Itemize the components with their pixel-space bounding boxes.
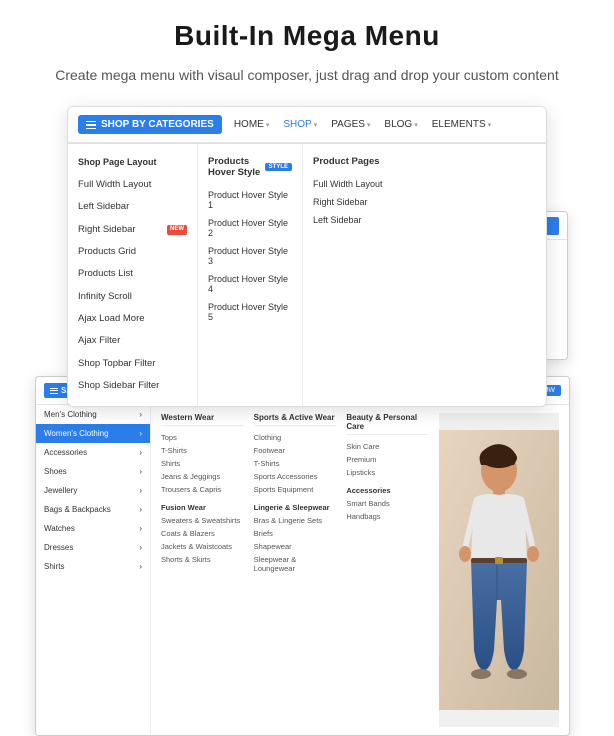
nav-logo: SHOP BY CATEGORIES <box>78 115 222 134</box>
hover-style-column: Products Hover Style STYLE Product Hover… <box>198 144 303 405</box>
nav-item-shop[interactable]: SHOP ▾ <box>283 119 317 130</box>
lingerie-briefs[interactable]: Briefs <box>254 527 337 540</box>
western-tshirts[interactable]: T-Shirts <box>161 444 244 457</box>
hover-style-5[interactable]: Product Hover Style 5 <box>198 298 302 326</box>
sidebar-item-left-sidebar[interactable]: Left Sidebar <box>68 196 197 218</box>
hover-style-1[interactable]: Product Hover Style 1 <box>198 186 302 214</box>
col-beauty: Beauty & Personal Care Skin Care Premium… <box>346 413 429 727</box>
sidebar-item-ajax-load[interactable]: Ajax Load More <box>68 308 197 330</box>
beauty-premium[interactable]: Premium <box>346 453 429 466</box>
sidebar-item-products-grid[interactable]: Products Grid <box>68 241 197 263</box>
fusion-jackets[interactable]: Jackets & Waistcoats <box>161 540 244 553</box>
sports-footwear[interactable]: Footwear <box>254 444 337 457</box>
bl-bags[interactable]: Bags & Backpacks › <box>36 500 150 519</box>
col-sports: Sports & Active Wear Clothing Footwear T… <box>254 413 337 727</box>
bars-icon <box>86 121 96 130</box>
sidebar-item-sidebar-filter[interactable]: Shop Sidebar Filter <box>68 375 197 397</box>
style-badge: STYLE <box>265 163 292 171</box>
big-dropdown: Men's Clothing › Women's Clothing › Acce… <box>36 405 569 735</box>
fusion-shorts[interactable]: Shorts & Skirts <box>161 553 244 566</box>
page-title: Built-In Mega Menu <box>30 20 584 52</box>
screenshots-area: SHOP BY CATEGORIES HOME ▾ SHOP ▾ PAGES ▾… <box>0 96 614 616</box>
big-left: Men's Clothing › Women's Clothing › Acce… <box>36 405 151 735</box>
sports-header: Sports & Active Wear <box>254 413 337 426</box>
page-header: Built-In Mega Menu Create mega menu with… <box>0 0 614 96</box>
accessories-header2: Accessories <box>346 484 429 497</box>
lingerie-bras[interactable]: Bras & Lingerie Sets <box>254 514 337 527</box>
sidebar: Shop Page Layout Full Width Layout Left … <box>68 144 198 405</box>
page-right-sidebar[interactable]: Right Sidebar <box>303 193 413 211</box>
logo-text: SHOP BY CATEGORIES <box>101 119 214 130</box>
product-pages-column: Product Pages Full Width Layout Right Si… <box>303 144 413 405</box>
lingerie-header: Lingerie & Sleepwear <box>254 501 337 514</box>
sidebar-item-products-list[interactable]: Products List <box>68 263 197 285</box>
sidebar-item-right-sidebar[interactable]: Right Sidebar NEW <box>68 219 197 241</box>
bl-accessories[interactable]: Accessories › <box>36 443 150 462</box>
hover-column-header: Products Hover Style STYLE <box>198 152 302 186</box>
nav-bar: SHOP BY CATEGORIES HOME ▾ SHOP ▾ PAGES ▾… <box>68 107 546 143</box>
sidebar-header-shop-layout: Shop Page Layout <box>68 152 197 174</box>
product-pages-header: Product Pages <box>303 152 413 175</box>
fusion-coats[interactable]: Coats & Blazers <box>161 527 244 540</box>
western-shirts[interactable]: Shirts <box>161 457 244 470</box>
photo-area <box>439 413 559 727</box>
bl-shoes[interactable]: Shoes › <box>36 462 150 481</box>
sports-accessories[interactable]: Sports Accessories <box>254 470 337 483</box>
accessories-handbags[interactable]: Handbags <box>346 510 429 523</box>
col-western: Western Wear Tops T-Shirts Shirts Jeans … <box>161 413 244 727</box>
bl-mens[interactable]: Men's Clothing › <box>36 405 150 424</box>
nav-items: HOME ▾ SHOP ▾ PAGES ▾ BLOG ▾ ELEMENTS ▾ <box>234 119 491 130</box>
western-jeans[interactable]: Jeans & Jeggings <box>161 470 244 483</box>
screenshot-3: SHOP BY CATEGORIES HOME ▾ SHOP ▾ PAGES ▾… <box>35 376 570 736</box>
nav-item-blog[interactable]: BLOG ▾ <box>384 119 417 130</box>
accessories-smart[interactable]: Smart Bands <box>346 497 429 510</box>
sports-clothing[interactable]: Clothing <box>254 431 337 444</box>
big-right: Western Wear Tops T-Shirts Shirts Jeans … <box>151 405 569 735</box>
sports-equipment[interactable]: Sports Equipment <box>254 483 337 496</box>
fusion-sweaters[interactable]: Sweaters & Sweatshirts <box>161 514 244 527</box>
page-full-width[interactable]: Full Width Layout <box>303 175 413 193</box>
lingerie-sleepwear[interactable]: Sleepwear & Loungewear <box>254 553 337 575</box>
western-trousers[interactable]: Trousers & Capris <box>161 483 244 496</box>
bars3-icon <box>50 388 58 394</box>
beauty-header: Beauty & Personal Care <box>346 413 429 435</box>
sports-tshirts[interactable]: T-Shirts <box>254 457 337 470</box>
arrow-icon: ▾ <box>488 121 492 129</box>
hover-style-4[interactable]: Product Hover Style 4 <box>198 270 302 298</box>
bl-dresses[interactable]: Dresses › <box>36 538 150 557</box>
bl-womens[interactable]: Women's Clothing › <box>36 424 150 443</box>
arrow-icon: ▾ <box>414 121 418 129</box>
page-description: Create mega menu with visaul composer, j… <box>30 64 584 86</box>
hover-style-3[interactable]: Product Hover Style 3 <box>198 242 302 270</box>
nav-item-elements[interactable]: ELEMENTS ▾ <box>432 119 491 130</box>
arrow-icon: ▾ <box>266 121 270 129</box>
sidebar-item-full-width[interactable]: Full Width Layout <box>68 174 197 196</box>
page-left-sidebar[interactable]: Left Sidebar <box>303 211 413 229</box>
bl-watches[interactable]: Watches › <box>36 519 150 538</box>
bl-shirts[interactable]: Shirts › <box>36 557 150 576</box>
beauty-skin[interactable]: Skin Care <box>346 440 429 453</box>
person-svg <box>439 430 559 710</box>
arrow-icon: ▾ <box>314 121 318 129</box>
arrow-icon: ▾ <box>367 121 371 129</box>
sidebar-item-topbar-filter[interactable]: Shop Topbar Filter <box>68 353 197 375</box>
sidebar-item-infinity-scroll[interactable]: Infinity Scroll <box>68 286 197 308</box>
new-badge: NEW <box>167 225 187 235</box>
nav-item-home[interactable]: HOME ▾ <box>234 119 270 130</box>
western-header: Western Wear <box>161 413 244 426</box>
western-tops[interactable]: Tops <box>161 431 244 444</box>
main-screenshot: SHOP BY CATEGORIES HOME ▾ SHOP ▾ PAGES ▾… <box>67 106 547 406</box>
sidebar-item-ajax-filter[interactable]: Ajax Filter <box>68 330 197 352</box>
beauty-lipsticks[interactable]: Lipsticks <box>346 466 429 479</box>
mega-menu: Shop Page Layout Full Width Layout Left … <box>68 143 546 405</box>
lingerie-shapewear[interactable]: Shapewear <box>254 540 337 553</box>
hover-style-2[interactable]: Product Hover Style 2 <box>198 214 302 242</box>
nav-item-pages[interactable]: PAGES ▾ <box>331 119 370 130</box>
bl-jewellery[interactable]: Jewellery › <box>36 481 150 500</box>
fusion-header: Fusion Wear <box>161 501 244 514</box>
